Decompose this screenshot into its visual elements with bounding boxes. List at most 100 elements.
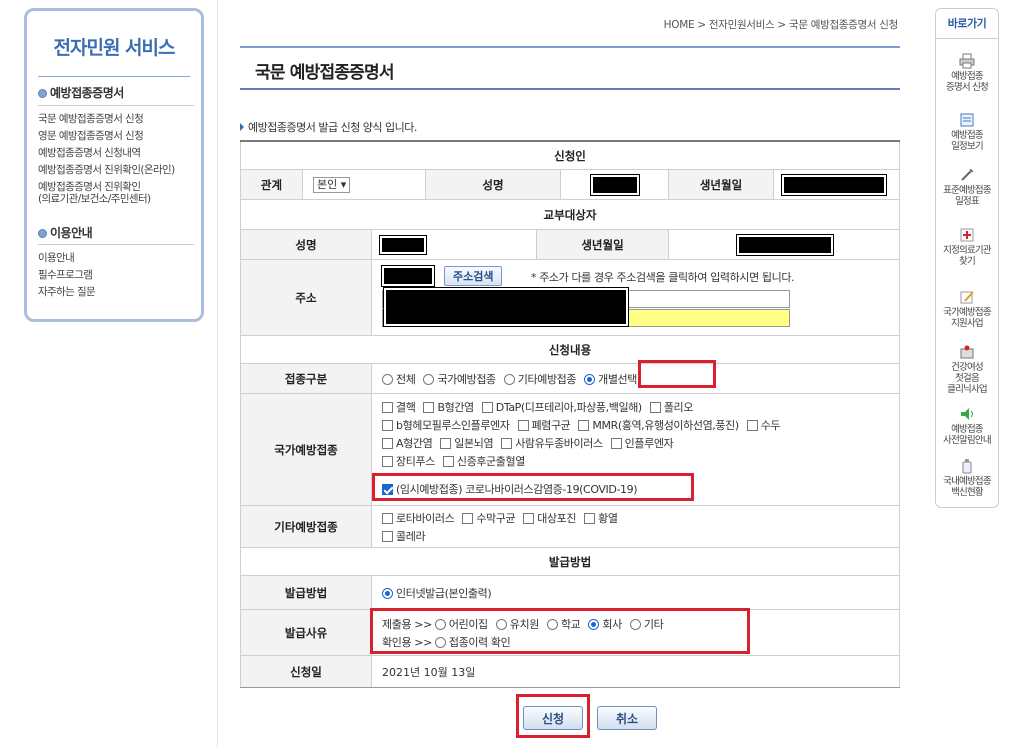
vaccine-checkbox[interactable]: 폴리오 (649, 399, 693, 415)
checkbox-icon (578, 420, 590, 431)
gift-box-icon (960, 345, 974, 359)
address-search-button[interactable]: 주소검색 (444, 266, 503, 286)
vaccine-checkbox[interactable]: 로타바이러스 (382, 510, 455, 526)
apply-button[interactable]: 신청 (523, 706, 583, 730)
quick-standard-schedule[interactable]: 표준예방접종 일정표 (936, 167, 998, 207)
quick-menu-title: 바로가기 (936, 9, 998, 39)
vaccine-type-other[interactable]: 기타예방접종 (503, 371, 577, 387)
vaccine-type-national[interactable]: 국가예방접종 (423, 371, 496, 387)
vaccine-checkbox[interactable]: 사람유두종바이러스 (501, 435, 603, 451)
checkbox-icon (649, 402, 661, 413)
quick-schedule[interactable]: 예방접종 일정보기 (936, 112, 998, 152)
title-rule (240, 88, 900, 90)
sidebar-item-guide[interactable]: 이용안내 (38, 252, 75, 264)
cancel-button[interactable]: 취소 (597, 706, 657, 730)
redacted-birthdate (781, 173, 887, 196)
vaccine-checkbox[interactable]: 수막구균 (462, 510, 516, 526)
highlight-box (372, 473, 694, 501)
sidebar-item-korean-apply[interactable]: 국문 예방접종증명서 신청 (38, 113, 144, 125)
sidebar-item-verify-offline[interactable]: 예방접종증명서 진위확인 (의료기관/보건소/주민센터) (38, 181, 151, 205)
issue-method-internet[interactable]: 인터넷발급(본인출력) (382, 585, 492, 601)
checkbox-icon (746, 420, 758, 431)
section-header-recipient: 교부대상자 (240, 200, 900, 230)
syringe-icon (961, 168, 974, 181)
title-rule (240, 46, 900, 48)
vaccine-checkbox[interactable]: 황열 (584, 510, 618, 526)
quick-menu: 바로가기 예방접종 증명서 신청 예방접종 일정보기 표준예방접종 일정표 지정의료기… (935, 8, 999, 508)
sidebar: 전자민원 서비스 예방접종증명서 국문 예방접종증명서 신청 영문 예방접종증명… (24, 8, 204, 322)
relation-select[interactable]: 본인 ▾ (313, 176, 351, 193)
postal-code-field[interactable] (381, 265, 435, 287)
quick-medical-institutions[interactable]: 지정의료기관 찾기 (936, 227, 998, 267)
checkbox-icon (523, 512, 535, 524)
vaccine-checkbox[interactable]: 인플루엔자 (610, 435, 674, 451)
vaccine-checkbox[interactable]: 대상포진 (523, 510, 577, 526)
highlight-box (370, 608, 750, 654)
vaccine-checkbox[interactable]: MMR(홍역,유행성이하선염,풍진) (578, 417, 739, 433)
vaccine-type-label: 접종구분 (240, 364, 371, 393)
applicant-row: 관계 본인 ▾ 성명 생년월일 (240, 170, 900, 200)
vaccine-checkbox[interactable]: 콜레라 (382, 528, 426, 544)
other-vaccine-list: 로타바이러스 수막구균 대상포진 황열 콜레라 (382, 510, 626, 544)
other-vaccine-label: 기타예방접종 (240, 506, 371, 547)
vaccine-checkbox[interactable]: B형간염 (423, 399, 474, 415)
page-title: 국문 예방접종증명서 (255, 63, 394, 83)
checkbox-icon (442, 456, 454, 467)
highlight-box (638, 360, 716, 388)
sidebar-item-history[interactable]: 예방접종증명서 신청내역 (38, 147, 141, 159)
quick-support-program[interactable]: 국가예방접종 지원사업 (936, 289, 998, 329)
vaccine-checkbox[interactable]: 폐렴구균 (517, 417, 571, 433)
checkbox-icon (462, 512, 474, 524)
issue-method-label: 발급방법 (240, 576, 371, 609)
document-icon (960, 113, 974, 127)
national-vaccine-list: 결핵 B형간염 DTaP(디프테리아,파상풍,백일해) 폴리오 b형헤모필루스인… (382, 399, 788, 469)
printer-icon (959, 53, 975, 69)
radio-selected-icon (584, 373, 596, 385)
vaccine-type-all[interactable]: 전체 (382, 371, 416, 387)
checkbox-icon (584, 512, 596, 524)
vaccine-checkbox[interactable]: b형헤모필루스인플루엔자 (382, 417, 510, 433)
checkbox-icon (610, 438, 622, 449)
redacted-recipient-name (379, 234, 427, 255)
quick-vaccine-status[interactable]: 국내예방접종 백신현황 (936, 458, 998, 498)
recipient-birth-label: 생년월일 (536, 230, 668, 259)
address-row: 주소 주소검색 * 주소가 다를 경우 주소검색을 클릭하여 입력하시면 됩니다… (240, 260, 900, 336)
sidebar-section-certificate: 예방접종증명서 (38, 84, 124, 101)
arrow-icon (240, 123, 244, 131)
sidebar-divider (38, 105, 194, 106)
vaccine-checkbox[interactable]: A형간염 (382, 435, 433, 451)
quick-cert-apply[interactable]: 예방접종 증명서 신청 (936, 53, 998, 93)
redacted-address (383, 287, 629, 327)
vaccine-checkbox[interactable]: 장티푸스 (382, 453, 435, 469)
sidebar-divider (38, 244, 194, 245)
checkbox-icon (382, 420, 393, 431)
date-label: 신청일 (240, 656, 371, 687)
bullet-icon (38, 89, 47, 98)
vaccine-checkbox[interactable]: 결핵 (382, 399, 416, 415)
breadcrumb: HOME > 전자민원서비스 > 국문 예방접종증명서 신청 (663, 19, 899, 31)
vaccine-type-individual[interactable]: 개별선택 (584, 371, 637, 387)
sidebar-item-english-apply[interactable]: 영문 예방접종증명서 신청 (38, 130, 144, 142)
checkbox-icon (481, 402, 493, 413)
recipient-name-label: 성명 (240, 230, 371, 259)
quick-notification[interactable]: 예방접종 사전알림안내 (936, 406, 998, 446)
vaccine-checkbox[interactable]: 일본뇌염 (440, 435, 494, 451)
checkbox-icon (382, 512, 393, 524)
sidebar-item-faq[interactable]: 자주하는 질문 (38, 286, 96, 298)
relation-label: 관계 (240, 170, 302, 199)
vaccine-checkbox[interactable]: DTaP(디프테리아,파상풍,백일해) (481, 399, 642, 415)
sidebar-title: 전자민원 서비스 (53, 37, 176, 59)
vaccine-checkbox[interactable]: 수두 (746, 417, 781, 433)
address-hint: * 주소가 다를 경우 주소검색을 클릭하여 입력하시면 됩니다. (531, 271, 795, 284)
checkbox-icon (382, 402, 393, 413)
national-vaccine-label: 국가예방접종 (240, 394, 371, 505)
quick-women-clinic[interactable]: 건강여성 첫걸음 클리닉사업 (936, 344, 998, 395)
sidebar-item-programs[interactable]: 필수프로그램 (38, 269, 93, 281)
hospital-cross-icon (960, 228, 974, 242)
sidebar-divider (38, 76, 190, 77)
section-header-issue: 발급방법 (240, 548, 900, 576)
date-row: 신청일 2021년 10월 13일 (240, 656, 900, 688)
radio-icon (503, 373, 515, 385)
vaccine-checkbox[interactable]: 신증후군출혈열 (442, 453, 525, 469)
sidebar-item-verify-online[interactable]: 예방접종증명서 진위확인(온라인) (38, 164, 175, 176)
